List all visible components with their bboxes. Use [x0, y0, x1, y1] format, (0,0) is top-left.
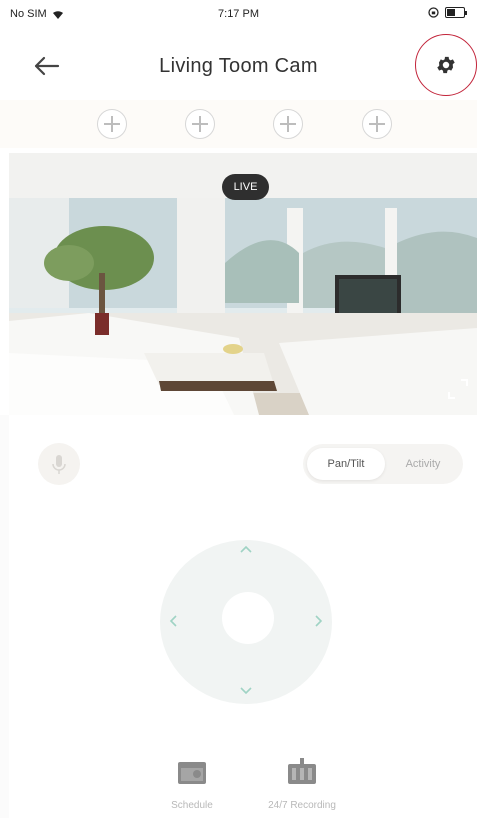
- orientation-lock-icon: [428, 7, 439, 18]
- schedule-icon: [178, 762, 206, 784]
- tab-pan-tilt[interactable]: Pan/Tilt: [307, 448, 385, 480]
- add-preset-button-1[interactable]: [97, 109, 127, 139]
- status-bar: No SIM 7:17 PM: [0, 0, 477, 30]
- microphone-button[interactable]: [38, 443, 80, 485]
- add-preset-button-4[interactable]: [362, 109, 392, 139]
- header: Living Toom Cam: [0, 30, 477, 100]
- recording-icon: [288, 758, 316, 784]
- ptz-center-button[interactable]: [222, 592, 274, 644]
- page-title: Living Toom Cam: [159, 55, 318, 77]
- tab-activity[interactable]: Activity: [387, 448, 459, 480]
- battery-icon: [445, 7, 467, 18]
- schedule-label: Schedule: [171, 800, 213, 811]
- chevron-down-icon[interactable]: [239, 686, 253, 696]
- chevron-right-icon[interactable]: [314, 614, 324, 628]
- mode-segmented-control: Pan/Tilt Activity: [303, 444, 463, 484]
- chevron-left-icon[interactable]: [168, 614, 178, 628]
- gear-icon: [437, 56, 455, 74]
- status-right: [428, 7, 467, 18]
- recording-label: 24/7 Recording: [268, 800, 336, 811]
- left-edge-strip: [0, 415, 9, 818]
- microphone-icon: [52, 455, 66, 474]
- add-preset-button-3[interactable]: [273, 109, 303, 139]
- chevron-up-icon[interactable]: [239, 544, 253, 554]
- status-time: 7:17 PM: [218, 8, 259, 20]
- preset-row: [0, 100, 477, 148]
- schedule-button[interactable]: [174, 756, 210, 790]
- recording-button[interactable]: [284, 754, 320, 790]
- live-badge: LIVE: [222, 174, 269, 200]
- settings-button[interactable]: [415, 34, 477, 96]
- fullscreen-icon[interactable]: [447, 378, 469, 400]
- add-preset-button-2[interactable]: [185, 109, 215, 139]
